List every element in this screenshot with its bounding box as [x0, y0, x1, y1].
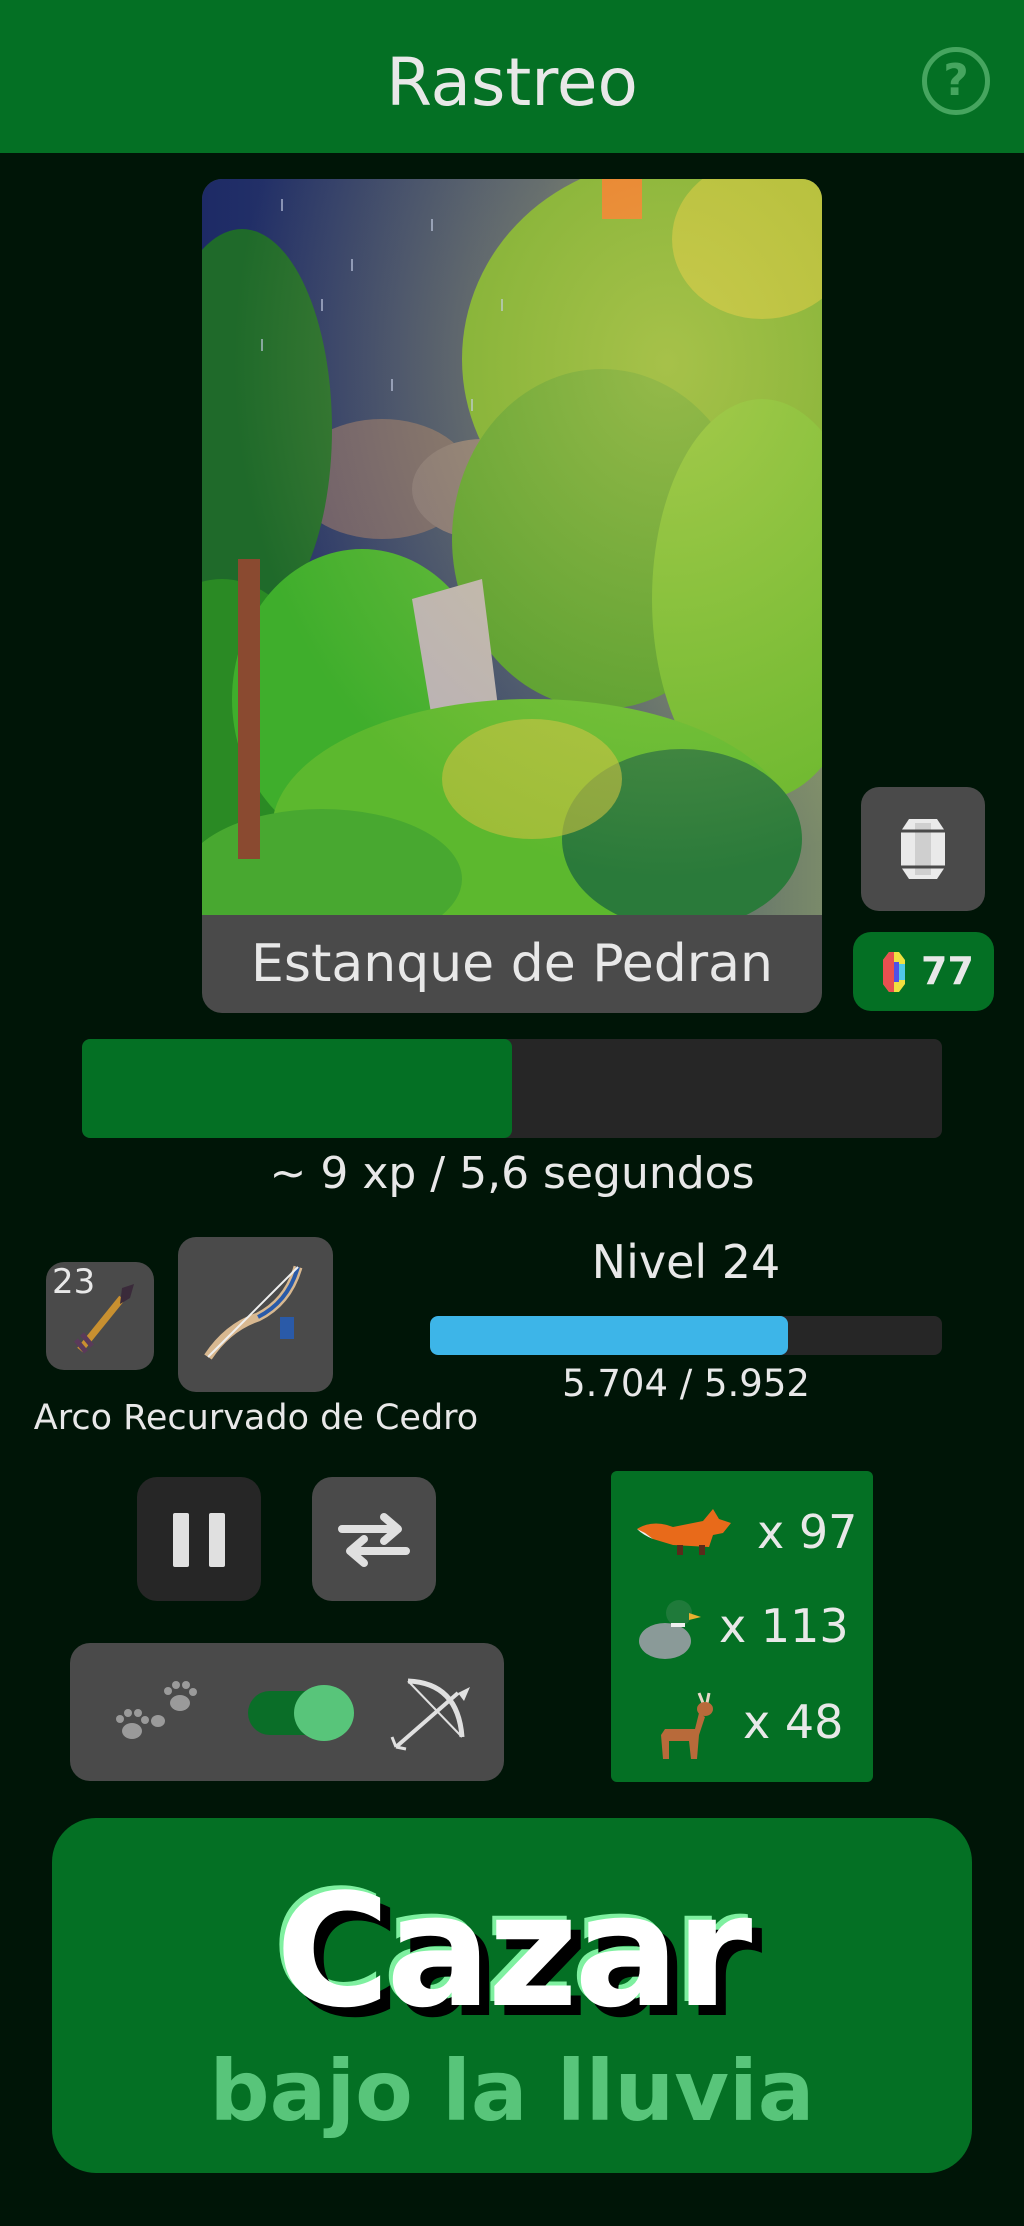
gem-count: 77: [921, 949, 974, 993]
bow-icon: [390, 1678, 470, 1751]
location-name: Estanque de Pedran: [251, 934, 773, 994]
xp-rate-text: ~ 9 xp / 5,6 segundos: [269, 1148, 755, 1199]
catch-row-duck: x 113: [611, 1581, 873, 1671]
swap-button[interactable]: [312, 1477, 436, 1601]
weapon-slot[interactable]: [178, 1237, 333, 1392]
location-scene: Estanque de Pedran: [202, 179, 822, 1013]
toggle-knob: [294, 1685, 354, 1741]
action-progress-fill: [82, 1039, 512, 1138]
help-icon: ?: [943, 55, 969, 106]
catch-row-deer: x 48: [611, 1677, 873, 1767]
hunt-button-subtitle: bajo la lluvia: [209, 2042, 815, 2140]
level-label: Nivel 24: [591, 1235, 781, 1289]
paw-prints-icon: [116, 1681, 197, 1739]
fox-icon: [637, 1509, 731, 1555]
catch-count-fox: x 97: [757, 1505, 858, 1559]
page-title: Rastreo: [386, 44, 638, 121]
rainbow-gem-icon: [883, 952, 905, 992]
hunt-button-title: Cazar: [275, 1860, 753, 2042]
hunt-mode-panel: [70, 1643, 504, 1781]
catch-tally-panel: x 97 x 113 x 48: [611, 1471, 873, 1782]
level-progress-fill: [430, 1316, 789, 1355]
deer-icon: [661, 1692, 713, 1759]
hunt-button[interactable]: Cazar bajo la lluvia: [52, 1818, 972, 2173]
forest-rain-illustration: [202, 179, 822, 915]
duck-icon: [639, 1600, 701, 1659]
level-xp-text: 5.704 / 5.952: [562, 1362, 810, 1405]
header-bar: Rastreo ?: [0, 0, 1024, 153]
recurve-bow-icon: [204, 1265, 303, 1360]
crystal-button[interactable]: [861, 787, 985, 911]
catch-count-deer: x 48: [743, 1695, 844, 1749]
catch-count-duck: x 113: [719, 1599, 849, 1653]
mode-toggle[interactable]: [248, 1685, 354, 1741]
swap-arrows-icon: [338, 1513, 410, 1567]
pause-button[interactable]: [137, 1477, 261, 1601]
ammo-slot[interactable]: 23: [46, 1262, 154, 1370]
ammo-count: 23: [52, 1262, 96, 1302]
level-progress-bar: [430, 1316, 942, 1355]
help-button[interactable]: ?: [922, 47, 990, 115]
catch-row-fox: x 97: [611, 1487, 873, 1577]
crystal-icon: [901, 819, 945, 879]
action-progress-bar: [82, 1039, 942, 1138]
gem-counter: 77: [853, 932, 994, 1011]
